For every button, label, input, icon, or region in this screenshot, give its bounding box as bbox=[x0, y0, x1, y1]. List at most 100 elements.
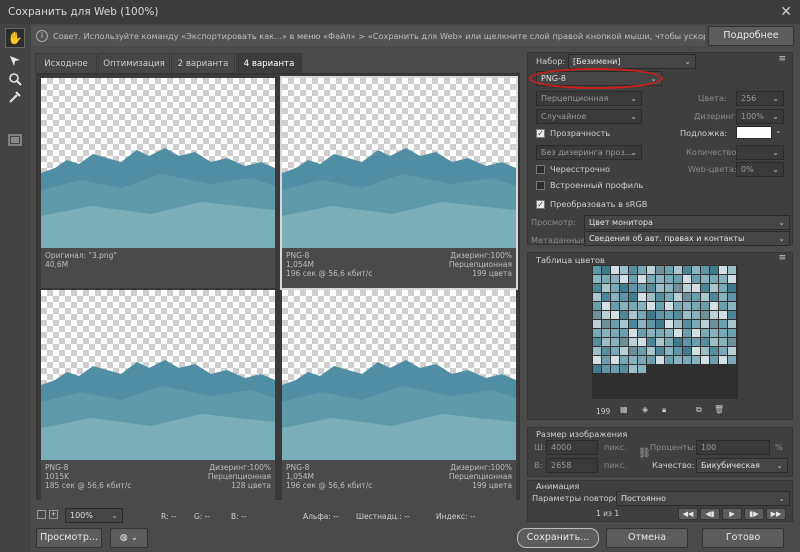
color-swatch[interactable] bbox=[692, 293, 700, 301]
amount-select[interactable]: ⌄ bbox=[736, 145, 784, 160]
loop-select[interactable]: Постоянно ⌄ bbox=[616, 491, 790, 506]
color-swatch[interactable] bbox=[719, 347, 727, 355]
color-swatch[interactable] bbox=[656, 293, 664, 301]
color-swatch[interactable] bbox=[674, 320, 682, 328]
color-swatch[interactable] bbox=[611, 320, 619, 328]
convert-srgb-checkbox[interactable]: ✓ bbox=[536, 200, 545, 209]
color-swatch[interactable] bbox=[647, 347, 655, 355]
color-swatch[interactable] bbox=[593, 365, 601, 373]
color-swatch[interactable] bbox=[710, 320, 718, 328]
color-swatch[interactable] bbox=[656, 275, 664, 283]
color-swatch[interactable] bbox=[647, 320, 655, 328]
color-swatch[interactable] bbox=[647, 284, 655, 292]
color-swatch[interactable] bbox=[593, 356, 601, 364]
color-swatch[interactable] bbox=[629, 320, 637, 328]
color-swatch[interactable] bbox=[692, 347, 700, 355]
color-swatch[interactable] bbox=[674, 284, 682, 292]
color-swatch[interactable] bbox=[647, 356, 655, 364]
color-swatch[interactable] bbox=[728, 311, 736, 319]
color-swatch[interactable] bbox=[611, 275, 619, 283]
close-icon[interactable]: ✕ bbox=[780, 0, 792, 24]
color-swatch[interactable] bbox=[593, 284, 601, 292]
color-swatch[interactable] bbox=[638, 302, 646, 310]
panel-menu-icon[interactable]: ≡ bbox=[778, 54, 786, 64]
color-swatch[interactable] bbox=[629, 338, 637, 346]
color-swatch[interactable] bbox=[656, 266, 664, 274]
color-swatch[interactable] bbox=[656, 302, 664, 310]
color-swatch[interactable] bbox=[728, 338, 736, 346]
color-swatch[interactable] bbox=[620, 338, 628, 346]
color-swatch[interactable] bbox=[602, 302, 610, 310]
color-swatch[interactable] bbox=[656, 347, 664, 355]
color-swatch[interactable] bbox=[692, 302, 700, 310]
color-swatch[interactable] bbox=[638, 338, 646, 346]
tab-original[interactable]: Исходное bbox=[35, 53, 97, 73]
color-swatch[interactable] bbox=[638, 266, 646, 274]
color-swatch[interactable] bbox=[683, 347, 691, 355]
dither-select[interactable]: 100% ⌄ bbox=[736, 109, 784, 124]
color-swatch[interactable] bbox=[692, 275, 700, 283]
chevron-down-icon[interactable]: ⌄ bbox=[775, 126, 782, 135]
color-swatch[interactable] bbox=[602, 293, 610, 301]
color-swatch[interactable] bbox=[629, 284, 637, 292]
zoom-in-button[interactable]: + bbox=[49, 510, 58, 519]
color-swatch[interactable] bbox=[701, 347, 709, 355]
color-swatch[interactable] bbox=[701, 311, 709, 319]
color-swatch[interactable] bbox=[602, 329, 610, 337]
color-swatch[interactable] bbox=[629, 347, 637, 355]
color-swatch[interactable] bbox=[674, 338, 682, 346]
web-shift-icon[interactable]: ◈ bbox=[642, 405, 648, 414]
color-swatch[interactable] bbox=[593, 302, 601, 310]
color-swatch[interactable] bbox=[728, 275, 736, 283]
color-swatch[interactable] bbox=[683, 293, 691, 301]
web-snap-select[interactable]: 0% ⌄ bbox=[736, 162, 784, 177]
preview-button[interactable]: Просмотр... bbox=[36, 528, 102, 548]
color-swatch[interactable] bbox=[620, 266, 628, 274]
color-swatch[interactable] bbox=[665, 266, 673, 274]
preview-pane-1[interactable]: PNG-8 1,054M 196 сек @ 56,6 кбит/с Дизер… bbox=[280, 76, 518, 290]
interlaced-checkbox[interactable] bbox=[536, 165, 545, 174]
last-frame-button[interactable]: ▶▶ bbox=[766, 508, 786, 520]
color-swatch[interactable] bbox=[620, 275, 628, 283]
color-swatch[interactable] bbox=[719, 293, 727, 301]
matte-color-swatch[interactable] bbox=[736, 126, 772, 139]
color-swatch[interactable] bbox=[665, 311, 673, 319]
color-swatch[interactable] bbox=[710, 284, 718, 292]
color-swatch[interactable] bbox=[674, 275, 682, 283]
quality-select[interactable]: Бикубическая ⌄ bbox=[696, 458, 788, 473]
color-swatch[interactable] bbox=[719, 302, 727, 310]
color-swatch[interactable] bbox=[611, 347, 619, 355]
color-swatch[interactable] bbox=[620, 356, 628, 364]
color-swatch[interactable] bbox=[728, 302, 736, 310]
color-swatch[interactable] bbox=[701, 275, 709, 283]
color-swatch[interactable] bbox=[602, 347, 610, 355]
zoom-tool-icon[interactable] bbox=[5, 69, 25, 89]
color-swatch[interactable] bbox=[674, 311, 682, 319]
lock-icon[interactable]: 🔒︎ bbox=[662, 405, 666, 415]
color-swatch[interactable] bbox=[710, 329, 718, 337]
transparency-checkbox[interactable]: ✓ bbox=[536, 129, 545, 138]
color-swatch[interactable] bbox=[620, 365, 628, 373]
color-swatch[interactable] bbox=[593, 338, 601, 346]
new-color-icon[interactable]: ⧉ bbox=[696, 405, 702, 415]
color-swatch[interactable] bbox=[701, 302, 709, 310]
color-swatch[interactable] bbox=[728, 356, 736, 364]
color-swatch[interactable] bbox=[728, 320, 736, 328]
color-swatch[interactable] bbox=[629, 302, 637, 310]
color-swatch[interactable] bbox=[728, 266, 736, 274]
color-swatch[interactable] bbox=[593, 293, 601, 301]
color-swatch[interactable] bbox=[692, 356, 700, 364]
color-swatch[interactable] bbox=[701, 293, 709, 301]
color-swatch[interactable] bbox=[710, 338, 718, 346]
color-swatch[interactable] bbox=[683, 329, 691, 337]
color-swatch[interactable] bbox=[629, 311, 637, 319]
color-swatch[interactable] bbox=[692, 320, 700, 328]
zoom-out-button[interactable] bbox=[37, 510, 46, 519]
color-swatch[interactable] bbox=[719, 266, 727, 274]
percent-input[interactable]: 100 bbox=[696, 440, 770, 455]
tab-optimized[interactable]: Оптимизация bbox=[98, 53, 170, 73]
color-swatch[interactable] bbox=[719, 275, 727, 283]
color-swatch[interactable] bbox=[629, 329, 637, 337]
tab-2up[interactable]: 2 варианта bbox=[171, 53, 235, 73]
color-swatch[interactable] bbox=[647, 266, 655, 274]
